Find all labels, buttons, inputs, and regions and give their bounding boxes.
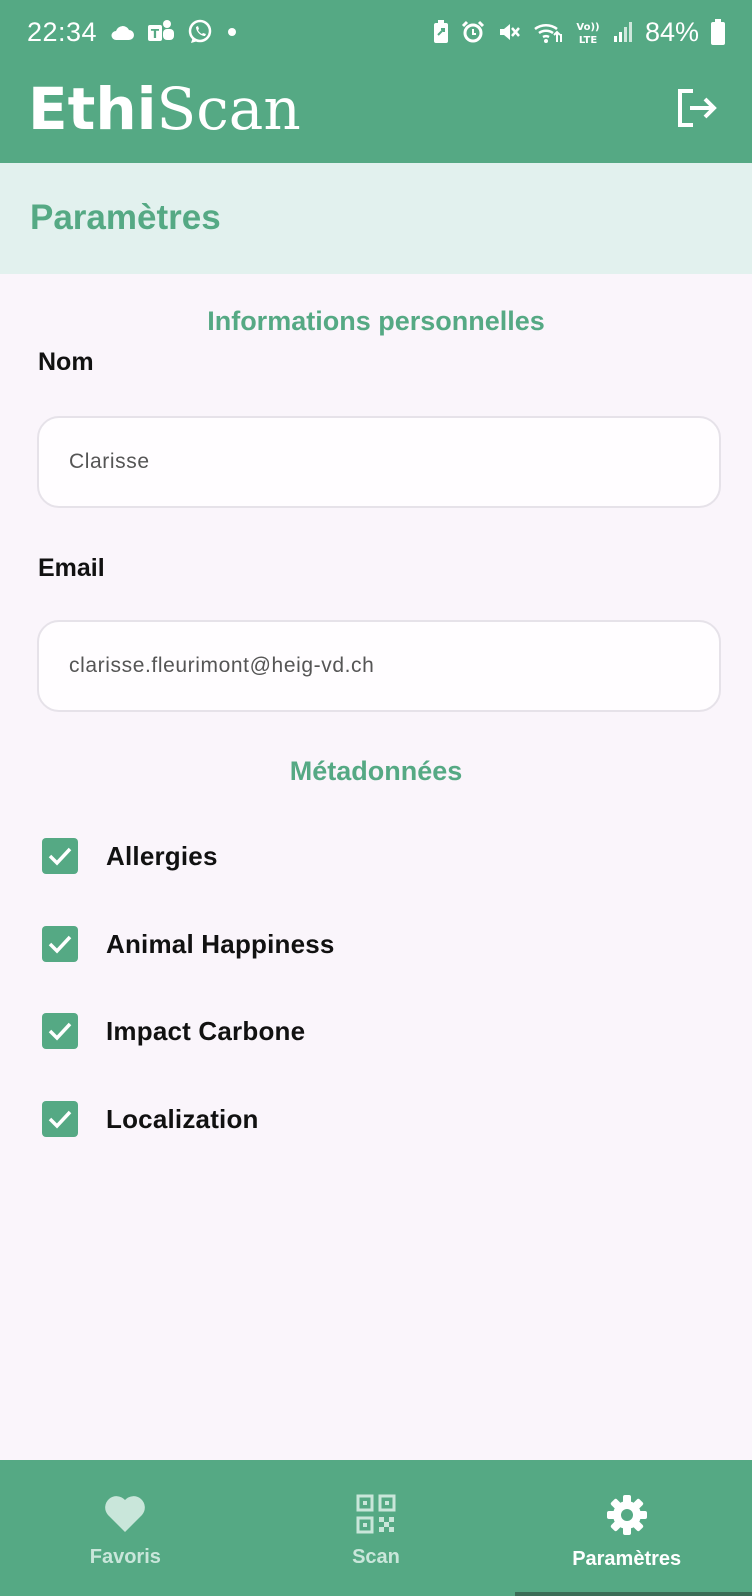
svg-text:LTE: LTE [579,35,598,45]
nav-label: Scan [352,1546,400,1568]
checkbox-localization[interactable]: Localization [42,1099,259,1139]
checkbox-label: Impact Carbone [106,1015,306,1046]
status-bar: 22:34 T Vo)) LTE 84% [0,0,752,64]
checkbox-label: Animal Happiness [106,928,335,959]
name-label: Nom [38,348,94,376]
app-title-part1: Ethi [28,75,157,143]
checkbox-allergies[interactable]: Allergies [42,836,218,876]
name-field[interactable] [37,416,721,508]
nav-favoris[interactable]: Favoris [0,1460,251,1596]
email-field[interactable] [37,620,721,712]
checkbox-checked-icon[interactable] [42,838,78,874]
svg-text:T: T [151,27,160,41]
checkbox-label: Localization [106,1103,259,1134]
active-tab-indicator [515,1592,752,1596]
page-title: Paramètres [30,198,221,237]
logout-icon [675,88,717,128]
checkbox-checked-icon[interactable] [42,926,78,962]
nav-scan[interactable]: Scan [251,1460,502,1596]
app-bar: 22:34 T Vo)) LTE 84% EthiScan [0,0,752,163]
metadata-heading: Métadonnées [289,756,463,786]
qr-code-icon [356,1494,396,1534]
checkbox-checked-icon[interactable] [42,1101,78,1137]
nav-label: Favoris [89,1546,161,1568]
nav-parametres[interactable]: Paramètres [501,1460,752,1596]
wifi-icon [533,20,563,44]
dot-icon [225,25,239,39]
heart-icon [103,1494,147,1534]
checkbox-impact-carbone[interactable]: Impact Carbone [42,1011,305,1051]
app-title: EthiScan [28,74,301,144]
logout-button[interactable] [672,84,720,132]
battery-saver-icon [433,20,449,44]
app-title-part2: Scan [156,75,301,143]
checkbox-label: Allergies [106,840,218,871]
checkbox-checked-icon[interactable] [42,1013,78,1049]
email-input[interactable] [67,653,691,679]
battery-level: 84% [644,16,699,47]
teams-icon: T [147,19,175,45]
status-time: 22:34 [27,16,98,47]
mute-icon [497,20,521,44]
cloud-icon [109,23,135,41]
battery-icon [711,19,725,45]
email-label: Email [38,554,105,582]
bottom-navigation: Favoris Scan Paramètres [0,1460,752,1596]
volte-icon: Vo)) LTE [575,19,601,45]
whatsapp-icon [187,19,213,45]
page-header: Paramètres [0,163,752,274]
checkbox-animal-happiness[interactable]: Animal Happiness [42,924,335,964]
nav-label: Paramètres [572,1548,682,1570]
signal-icon [613,20,633,44]
svg-text:Vo)): Vo)) [576,22,599,33]
name-input[interactable] [67,449,691,475]
personal-info-heading: Informations personnelles [207,306,545,336]
alarm-icon [461,20,485,44]
gear-icon [606,1494,648,1536]
